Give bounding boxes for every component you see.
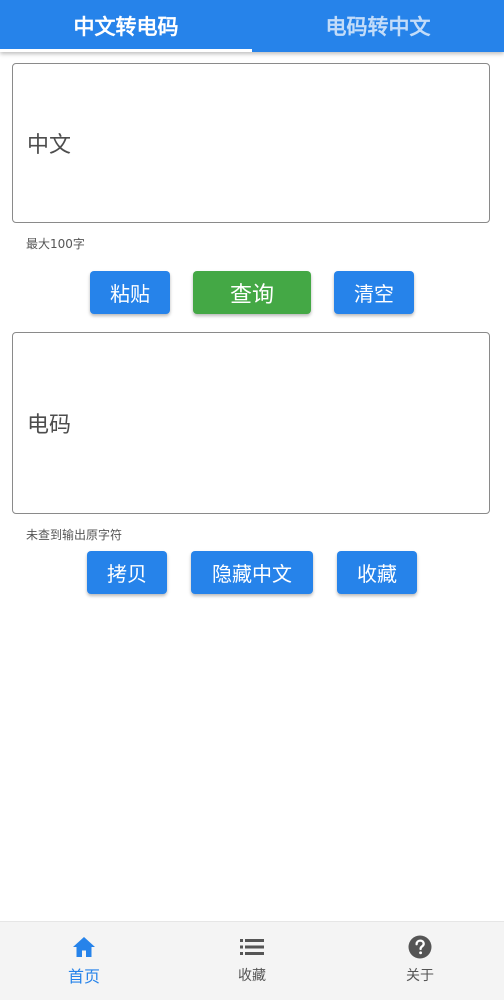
top-tab-bar: 中文转电码 电码转中文 xyxy=(0,0,504,52)
tab-code-to-chinese[interactable]: 电码转中文 xyxy=(252,0,504,52)
query-button[interactable]: 查询 xyxy=(193,271,311,314)
nav-about-label: 关于 xyxy=(406,968,434,984)
chinese-input-label: 中文 xyxy=(27,133,72,158)
tab-code-to-chinese-label: 电码转中文 xyxy=(325,15,431,39)
app-screen: 中文转电码 电码转中文 中文 最大100字 粘贴 查询 清空 电码 未查到输出原… xyxy=(0,0,504,1000)
copy-button[interactable]: 拷贝 xyxy=(87,551,167,594)
help-icon xyxy=(407,935,433,959)
clear-button[interactable]: 清空 xyxy=(334,271,414,314)
code-output-field[interactable]: 电码 xyxy=(12,332,490,514)
chinese-input-helper: 最大100字 xyxy=(26,237,85,251)
nav-item-home[interactable]: 首页 xyxy=(0,922,168,1000)
list-icon xyxy=(239,935,265,959)
hide-chinese-button[interactable]: 隐藏中文 xyxy=(191,551,313,594)
nav-home-label: 首页 xyxy=(67,967,100,986)
code-output-helper: 未查到输出原字符 xyxy=(26,528,123,542)
nav-item-about[interactable]: 关于 xyxy=(336,922,504,1000)
nav-favorites-label: 收藏 xyxy=(238,968,266,984)
paste-button[interactable]: 粘贴 xyxy=(90,271,170,314)
favorite-button[interactable]: 收藏 xyxy=(337,551,417,594)
nav-item-favorites[interactable]: 收藏 xyxy=(168,922,336,1000)
tab-chinese-to-code[interactable]: 中文转电码 xyxy=(0,0,252,52)
chinese-input-field[interactable]: 中文 xyxy=(12,63,490,223)
tab-chinese-to-code-label: 中文转电码 xyxy=(73,15,179,39)
active-tab-indicator xyxy=(0,49,252,52)
home-icon xyxy=(71,935,97,959)
code-output-label: 电码 xyxy=(27,413,72,438)
bottom-navigation: 首页 收藏 关于 xyxy=(0,921,504,1000)
